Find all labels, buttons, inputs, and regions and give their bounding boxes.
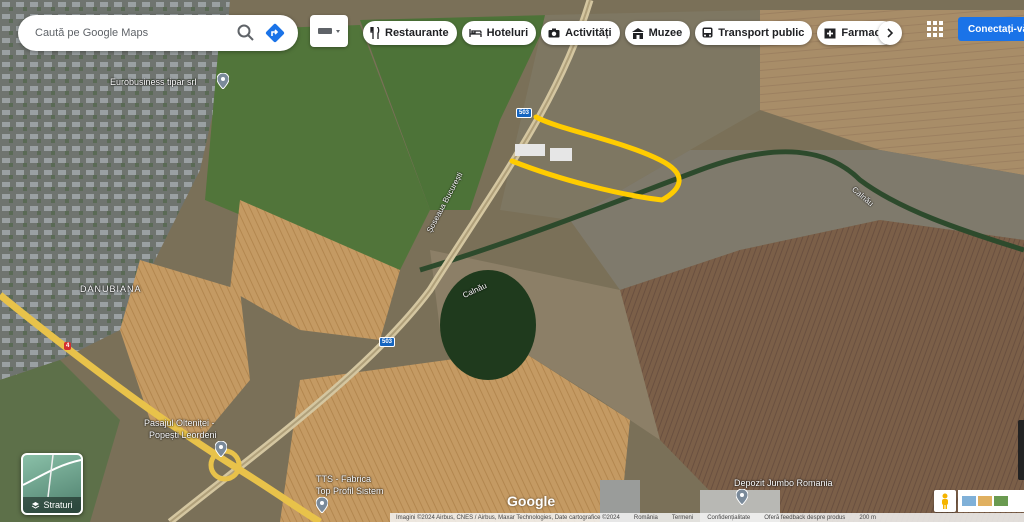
layers-label: Straturi: [23, 497, 81, 513]
chip-label: Restaurante: [385, 27, 449, 39]
chevron-right-icon: [887, 28, 894, 38]
chip-label: Activități: [565, 27, 612, 39]
imagery-thumbnails[interactable]: [958, 490, 1024, 512]
chip-hoteluri[interactable]: Hoteluri: [461, 21, 537, 45]
place-label-tts-2[interactable]: Top Profil Sistem: [316, 486, 384, 496]
route-shield-503: 503: [516, 108, 533, 118]
place-label-depozit[interactable]: Depozit Jumbo Romania: [734, 478, 833, 488]
thumb-map[interactable]: [962, 496, 976, 506]
layers-icon: [32, 501, 40, 509]
bed-icon: [468, 29, 482, 37]
apps-grid-icon[interactable]: [926, 20, 944, 38]
attribution-privacy[interactable]: Confidențialitate: [707, 515, 750, 521]
sign-in-button[interactable]: Conectați-vă: [958, 17, 1024, 41]
pegman-button[interactable]: [934, 490, 956, 512]
place-pin-icon[interactable]: [316, 497, 328, 513]
chip-label: Muzee: [648, 27, 683, 39]
search-box[interactable]: Caută pe Google Maps: [18, 15, 298, 51]
chip-label: Transport public: [718, 27, 805, 39]
place-pin-icon[interactable]: [217, 73, 229, 89]
bus-icon: [702, 27, 713, 38]
attribution-country[interactable]: România: [634, 515, 658, 521]
place-label-pasajul-2[interactable]: Popești Leordeni: [149, 430, 217, 440]
chip-activitati[interactable]: Activități: [541, 21, 620, 45]
chip-transport-public[interactable]: Transport public: [695, 21, 813, 45]
chip-restaurante[interactable]: Restaurante: [363, 21, 457, 45]
chip-label: Hoteluri: [486, 27, 529, 39]
attribution-bar: Imagini ©2024 Airbus, CNES / Airbus, Max…: [390, 513, 1024, 522]
search-input[interactable]: Caută pe Google Maps: [18, 27, 236, 39]
layers-text: Straturi: [43, 500, 73, 510]
google-logo: Google: [507, 493, 556, 509]
area-label-danubiana: DANUBIANA: [80, 284, 142, 294]
place-label-tts[interactable]: TTS - Fabrica: [316, 474, 371, 484]
layers-button[interactable]: Straturi: [21, 453, 83, 515]
directions-icon[interactable]: [264, 22, 286, 44]
attribution-imagery: Imagini ©2024 Airbus, CNES / Airbus, Max…: [396, 514, 620, 521]
pharmacy-icon: [824, 28, 836, 38]
attribution-feedback[interactable]: Oferă feedback despre produs: [764, 515, 845, 521]
place-label-pasajul[interactable]: Pasajul Olteniței -: [144, 418, 215, 428]
map-mode-dropdown[interactable]: [310, 15, 348, 47]
car-icon: [318, 28, 340, 34]
map-thumbnail: [23, 455, 81, 497]
museum-icon: [631, 27, 644, 39]
pegman-icon: [942, 493, 948, 509]
category-chips: Restaurante Hoteluri Activități Muzee Tr…: [363, 21, 895, 45]
chips-next-button[interactable]: [878, 21, 902, 45]
search-icon[interactable]: [236, 23, 256, 43]
place-pin-icon[interactable]: [215, 441, 227, 457]
thumb-terrain[interactable]: [978, 496, 992, 506]
thumb-satellite[interactable]: [994, 496, 1008, 506]
route-shield-e: 4: [64, 342, 72, 350]
route-shield-503-2: 503: [379, 337, 396, 347]
attribution-terms[interactable]: Termeni: [672, 515, 693, 521]
place-label-eurobusiness[interactable]: Eurobusiness tipar srl: [110, 77, 197, 87]
fork-knife-icon: [370, 27, 380, 39]
zoom-control[interactable]: [1018, 420, 1024, 480]
camera-icon: [548, 28, 560, 38]
chip-muzee[interactable]: Muzee: [624, 21, 691, 45]
place-pin-icon[interactable]: [736, 489, 748, 505]
scale-label[interactable]: 200 m: [859, 515, 876, 521]
